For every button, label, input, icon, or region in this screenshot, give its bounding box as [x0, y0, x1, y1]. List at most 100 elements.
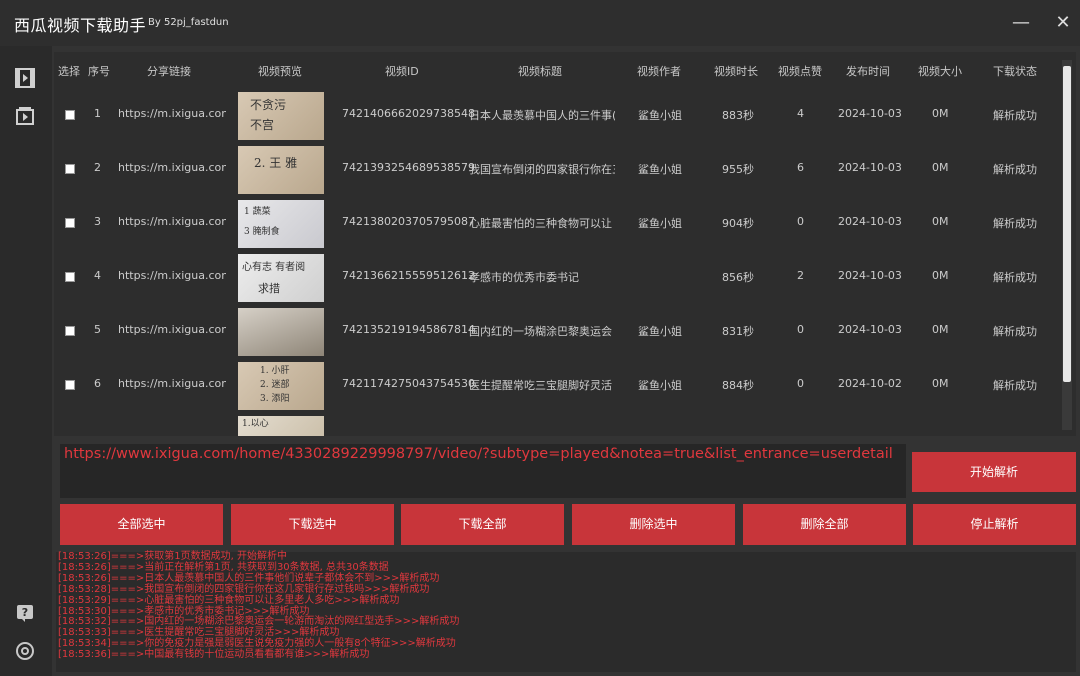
row-checkbox[interactable] — [65, 110, 75, 120]
row-index: 6 — [94, 377, 101, 390]
header-duration: 视频时长 — [714, 65, 758, 78]
row-index: 5 — [94, 323, 101, 336]
row-video-id: 7421393254689538579 — [342, 161, 475, 174]
row-thumbnail[interactable]: 心有志 有者阅 求措 — [238, 254, 324, 302]
row-duration: 955秒 — [722, 163, 754, 176]
row-thumbnail[interactable]: 1. 小肝 2. 迷部 3. 添阳 — [238, 362, 324, 410]
row-checkbox[interactable] — [65, 218, 75, 228]
header-status: 下载状态 — [993, 65, 1037, 78]
row-date: 2024-10-03 — [838, 215, 902, 228]
row-status: 解析成功 — [993, 379, 1037, 392]
row-size: 0M — [932, 215, 949, 228]
row-checkbox[interactable] — [65, 326, 75, 336]
row-index: 2 — [94, 161, 101, 174]
table-row[interactable]: 2 https://m.ixigua.con 2. 王 雅 7421393254… — [54, 142, 1062, 196]
table-header: 选择 序号 分享链接 视频预览 视频ID 视频标题 视频作者 视频时长 视频点赞… — [54, 52, 1062, 88]
row-share-link[interactable]: https://m.ixigua.con — [118, 323, 226, 336]
header-preview: 视频预览 — [258, 65, 302, 78]
log-panel: [18:53:26]===>获取第1页数据成功, 开始解析中 [18:53:26… — [56, 551, 1076, 672]
row-size: 0M — [932, 107, 949, 120]
row-date: 2024-10-03 — [838, 269, 902, 282]
row-size: 0M — [932, 269, 949, 282]
row-share-link[interactable]: https://m.ixigua.con — [118, 161, 226, 174]
row-video-id: 7421366215559512612 — [342, 269, 475, 282]
delete-selected-button[interactable]: 删除选中 — [572, 504, 735, 545]
row-status: 解析成功 — [993, 217, 1037, 230]
download-all-button[interactable]: 下载全部 — [401, 504, 564, 545]
log-line: [18:53:29]===>心脏最害怕的三种食物可以让多里老人多吃>>>解析成功 — [58, 594, 400, 606]
header-select: 选择 — [58, 65, 80, 78]
row-index: 4 — [94, 269, 101, 282]
table-row[interactable]: 1.以心 — [54, 412, 1062, 436]
table-row[interactable]: 1 https://m.ixigua.con 不贪污 不宫 74214066620… — [54, 88, 1062, 142]
app-title: 西瓜视频下载助手 — [14, 16, 147, 35]
row-thumbnail[interactable]: 2. 王 雅 — [238, 146, 324, 194]
row-status: 解析成功 — [993, 325, 1037, 338]
scrollbar-thumb[interactable] — [1063, 66, 1071, 382]
row-size: 0M — [932, 161, 949, 174]
stop-parse-button[interactable]: 停止解析 — [913, 504, 1076, 545]
header-date: 发布时间 — [846, 65, 890, 78]
app-window: 西瓜视频下载助手 By 52pj_fastdun — ✕ ? 选择 序号 分享链… — [0, 0, 1080, 676]
table-row[interactable]: 6 https://m.ixigua.con 1. 小肝 2. 迷部 3. 添阳 7… — [54, 358, 1062, 412]
row-thumbnail[interactable]: 1 蔬菜 3 腌制食 — [238, 200, 324, 248]
row-duration: 831秒 — [722, 325, 754, 338]
log-line: [18:53:28]===>我国宣布倒闭的四家银行你在这几家银行存过钱吗>>>解… — [58, 583, 430, 595]
row-share-link[interactable]: https://m.ixigua.con — [118, 377, 226, 390]
sidebar: ? — [0, 46, 52, 676]
row-author: 鲨鱼小姐 — [638, 325, 682, 338]
app-subtitle: By 52pj_fastdun — [148, 17, 229, 28]
row-title: 医生提醒常吃三宝腿脚好灵活 — [469, 379, 612, 392]
row-date: 2024-10-03 — [838, 323, 902, 336]
row-duration: 883秒 — [722, 109, 754, 122]
row-likes: 0 — [797, 215, 804, 228]
table-row[interactable]: 3 https://m.ixigua.con 1 蔬菜 3 腌制食 7421380… — [54, 196, 1062, 250]
row-share-link[interactable]: https://m.ixigua.con — [118, 215, 226, 228]
table-row[interactable]: 5 https://m.ixigua.con 74213521919458678… — [54, 304, 1062, 358]
row-thumbnail[interactable]: 1.以心 — [238, 416, 324, 436]
row-title: 孝感市的优秀市委书记 — [469, 271, 579, 284]
row-thumbnail[interactable]: 不贪污 不宫 — [238, 92, 324, 140]
row-checkbox[interactable] — [65, 380, 75, 390]
row-checkbox[interactable] — [65, 164, 75, 174]
table-row[interactable]: 4 https://m.ixigua.con 心有志 有者阅 求措 7421366… — [54, 250, 1062, 304]
row-duration: 856秒 — [722, 271, 754, 284]
row-author: 鲨鱼小姐 — [638, 217, 682, 230]
row-video-id: 7421380203705795087 — [342, 215, 475, 228]
row-date: 2024-10-02 — [838, 377, 902, 390]
row-thumbnail[interactable] — [238, 308, 324, 356]
select-all-button[interactable]: 全部选中 — [60, 504, 223, 545]
start-parse-button[interactable]: 开始解析 — [912, 452, 1076, 492]
video-list-icon[interactable] — [13, 66, 37, 90]
help-icon[interactable]: ? — [13, 601, 37, 625]
row-likes: 6 — [797, 161, 804, 174]
row-author: 鲨鱼小姐 — [638, 379, 682, 392]
header-index: 序号 — [88, 65, 110, 78]
row-likes: 0 — [797, 377, 804, 390]
row-share-link[interactable]: https://m.ixigua.con — [118, 269, 226, 282]
row-size: 0M — [932, 377, 949, 390]
share-url-input[interactable]: https://www.ixigua.com/home/433028922999… — [60, 444, 906, 498]
row-title: 我国宣布倒闭的四家银行你在三 — [469, 163, 615, 176]
table-scrollbar[interactable] — [1062, 60, 1072, 430]
play-icon[interactable] — [13, 104, 37, 128]
title-bar[interactable]: 西瓜视频下载助手 By 52pj_fastdun — ✕ — [0, 0, 1080, 46]
row-checkbox[interactable] — [65, 272, 75, 282]
row-likes: 0 — [797, 323, 804, 336]
row-status: 解析成功 — [993, 271, 1037, 284]
row-share-link[interactable]: https://m.ixigua.con — [118, 107, 226, 120]
minimize-button[interactable]: — — [1008, 10, 1034, 36]
settings-icon[interactable] — [13, 639, 37, 663]
row-duration: 904秒 — [722, 217, 754, 230]
row-title: 心脏最害怕的三种食物可以让 — [469, 217, 612, 230]
row-date: 2024-10-03 — [838, 161, 902, 174]
table-body: 1 https://m.ixigua.con 不贪污 不宫 74214066620… — [54, 88, 1062, 436]
row-video-id: 7421406662029738548 — [342, 107, 475, 120]
delete-all-button[interactable]: 删除全部 — [743, 504, 906, 545]
header-title: 视频标题 — [518, 65, 562, 78]
row-size: 0M — [932, 323, 949, 336]
close-button[interactable]: ✕ — [1050, 10, 1076, 36]
video-table: 选择 序号 分享链接 视频预览 视频ID 视频标题 视频作者 视频时长 视频点赞… — [54, 52, 1076, 436]
row-title: 国内红的一场糊涂巴黎奥运会 — [469, 325, 612, 338]
download-selected-button[interactable]: 下载选中 — [231, 504, 394, 545]
